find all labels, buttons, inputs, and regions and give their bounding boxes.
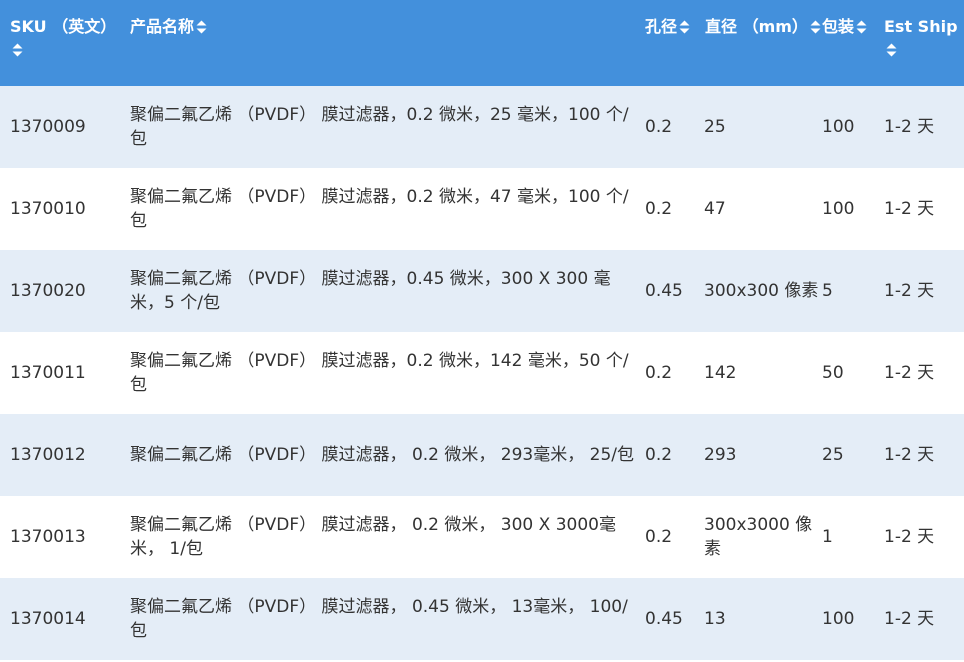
column-header-ship[interactable]: Est Ship [875, 0, 964, 86]
column-header-pore[interactable]: 孔径 [644, 0, 697, 86]
sku-cell: 1370020 [10, 281, 86, 301]
pore-size-cell: 0.2 [645, 363, 673, 383]
column-header-label: Est Ship [884, 17, 958, 36]
package-cell: 25 [822, 445, 844, 465]
sku-cell: 1370012 [10, 445, 86, 465]
column-header-label: 孔径 [645, 17, 678, 36]
pore-size-cell: 0.45 [645, 609, 683, 629]
sku-cell: 1370010 [10, 199, 86, 219]
sort-arrows-icon[interactable] [856, 20, 867, 34]
table-row: 1370020 聚偏二氟乙烯 （PVDF） 膜过滤器，0.45 微米，300 X… [0, 250, 964, 332]
est-ship-cell: 1-2 天 [884, 609, 935, 629]
diameter-cell: 300x300 像素 [704, 281, 819, 301]
diameter-cell: 25 [704, 117, 726, 137]
table-body: 1370009 聚偏二氟乙烯 （PVDF） 膜过滤器，0.2 微米，25 毫米，… [0, 86, 964, 660]
table-row: 1370009 聚偏二氟乙烯 （PVDF） 膜过滤器，0.2 微米，25 毫米，… [0, 86, 964, 168]
diameter-cell: 293 [704, 445, 737, 465]
sku-cell: 1370011 [10, 363, 86, 383]
column-header-sku[interactable]: SKU （英文） [0, 0, 121, 86]
est-ship-cell: 1-2 天 [884, 527, 935, 547]
column-header-package[interactable]: 包装 [821, 0, 875, 86]
package-cell: 100 [822, 609, 855, 629]
product-name-cell: 聚偏二氟乙烯 （PVDF） 膜过滤器，0.2 微米，25 毫米，100 个/包 [130, 105, 629, 149]
product-name-cell: 聚偏二氟乙烯 （PVDF） 膜过滤器， 0.45 微米， 13毫米， 100/包 [130, 597, 628, 641]
package-cell: 1 [822, 527, 833, 547]
sort-arrows-icon[interactable] [12, 43, 23, 57]
table-row: 1370011 聚偏二氟乙烯 （PVDF） 膜过滤器，0.2 微米，142 毫米… [0, 332, 964, 414]
package-cell: 100 [822, 117, 855, 137]
product-name-cell: 聚偏二氟乙烯 （PVDF） 膜过滤器，0.45 微米，300 X 300 毫米，… [130, 269, 611, 313]
diameter-cell: 142 [704, 363, 737, 383]
pore-size-cell: 0.2 [645, 527, 673, 547]
sort-arrows-icon[interactable] [196, 20, 207, 34]
package-cell: 50 [822, 363, 844, 383]
column-header-label: 直径 （mm） [705, 17, 808, 36]
table-row: 1370010 聚偏二氟乙烯 （PVDF） 膜过滤器，0.2 微米，47 毫米，… [0, 168, 964, 250]
product-name-cell: 聚偏二氟乙烯 （PVDF） 膜过滤器，0.2 微米，142 毫米，50 个/包 [130, 351, 629, 395]
sku-cell: 1370009 [10, 117, 86, 137]
package-cell: 5 [822, 281, 833, 301]
pore-size-cell: 0.2 [645, 445, 673, 465]
est-ship-cell: 1-2 天 [884, 199, 935, 219]
table-row: 1370013 聚偏二氟乙烯 （PVDF） 膜过滤器， 0.2 微米， 300 … [0, 496, 964, 578]
sort-arrows-icon[interactable] [810, 20, 821, 34]
diameter-cell: 300x3000 像素 [704, 515, 813, 559]
table-row: 1370012 聚偏二氟乙烯 （PVDF） 膜过滤器， 0.2 微米， 293毫… [0, 414, 964, 496]
sku-cell: 1370013 [10, 527, 86, 547]
pore-size-cell: 0.45 [645, 281, 683, 301]
package-cell: 100 [822, 199, 855, 219]
product-name-cell: 聚偏二氟乙烯 （PVDF） 膜过滤器，0.2 微米，47 毫米，100 个/包 [130, 187, 629, 231]
pore-size-cell: 0.2 [645, 117, 673, 137]
diameter-cell: 47 [704, 199, 726, 219]
table-row: 1370014 聚偏二氟乙烯 （PVDF） 膜过滤器， 0.45 微米， 13毫… [0, 578, 964, 660]
est-ship-cell: 1-2 天 [884, 363, 935, 383]
est-ship-cell: 1-2 天 [884, 445, 935, 465]
sort-arrows-icon[interactable] [886, 43, 897, 57]
column-header-diameter[interactable]: 直径 （mm） [697, 0, 821, 86]
product-table: SKU （英文） 产品名称 孔径 直径 （mm） 包装 Est Ship 137… [0, 0, 964, 660]
table-header: SKU （英文） 产品名称 孔径 直径 （mm） 包装 Est Ship [0, 0, 964, 86]
column-header-label: 产品名称 [130, 17, 195, 36]
header-row: SKU （英文） 产品名称 孔径 直径 （mm） 包装 Est Ship [0, 0, 964, 86]
diameter-cell: 13 [704, 609, 726, 629]
sku-cell: 1370014 [10, 609, 86, 629]
sort-arrows-icon[interactable] [679, 20, 690, 34]
product-name-cell: 聚偏二氟乙烯 （PVDF） 膜过滤器， 0.2 微米， 300 X 3000毫米… [130, 515, 616, 559]
product-name-cell: 聚偏二氟乙烯 （PVDF） 膜过滤器， 0.2 微米， 293毫米， 25/包 [130, 445, 635, 465]
column-header-label: SKU （英文） [10, 17, 117, 36]
column-header-label: 包装 [822, 17, 855, 36]
est-ship-cell: 1-2 天 [884, 117, 935, 137]
est-ship-cell: 1-2 天 [884, 281, 935, 301]
column-header-name[interactable]: 产品名称 [121, 0, 644, 86]
pore-size-cell: 0.2 [645, 199, 673, 219]
